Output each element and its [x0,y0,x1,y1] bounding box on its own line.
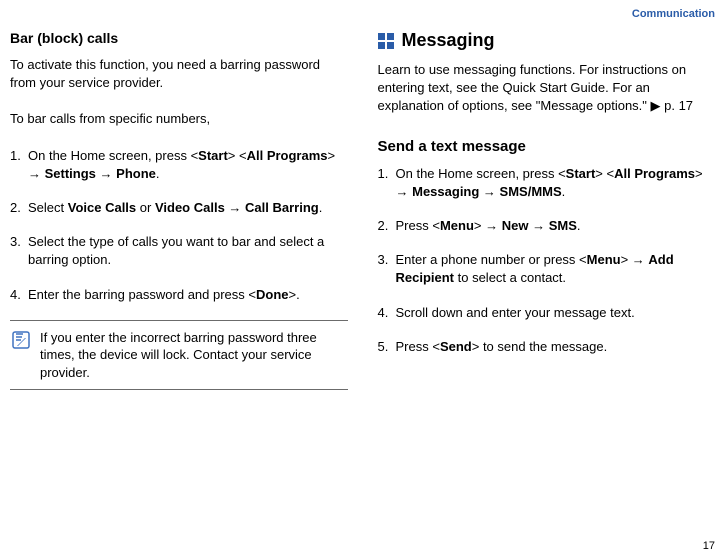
t: . [577,218,581,233]
t: Call Barring [245,200,319,215]
t: >. [289,287,300,302]
t: > < [595,166,614,181]
t: Select [28,200,68,215]
note-text: If you enter the incorrect barring passw… [40,329,340,382]
note-icon [12,331,30,354]
right-column: Messaging Learn to use messaging functio… [378,30,716,390]
t: Send [440,339,472,354]
note-box: If you enter the incorrect barring passw… [10,320,348,391]
page-content: Bar (block) calls To activate this funct… [0,0,725,390]
t: . [156,166,160,181]
left-intro: To activate this function, you need a ba… [10,56,348,92]
left-step-3: Select the type of calls you want to bar… [10,233,348,269]
t: Press < [396,339,440,354]
t: or [136,200,155,215]
t: Enter the barring password and press < [28,287,256,302]
left-heading: Bar (block) calls [10,30,348,46]
page-ref-arrow-icon: ▶ [651,97,661,115]
t: > < [228,148,247,163]
t: Menu [440,218,474,233]
t: . [319,200,323,215]
t: All Programs [614,166,695,181]
t: → [225,200,245,215]
t: Menu [587,252,621,267]
t: Learn to use messaging functions. For in… [378,62,687,113]
header-section-label: Communication [632,8,715,20]
t: . [562,184,566,199]
t: p. 17 [661,98,694,113]
t: → [96,166,116,181]
t: Settings [45,166,96,181]
t: > → [474,218,502,233]
t: On the Home screen, press < [396,166,566,181]
right-heading: Messaging [378,30,716,51]
left-step-1: On the Home screen, press <Start> <All P… [10,147,348,183]
right-step-2: Press <Menu> → New → SMS. [378,217,716,235]
t: Press < [396,218,440,233]
page-number: 17 [703,540,715,552]
t: Done [256,287,289,302]
right-step-4: Scroll down and enter your message text. [378,304,716,322]
t: to select a contact. [454,270,566,285]
t: → [528,218,548,233]
left-step-4: Enter the barring password and press <Do… [10,286,348,304]
left-steps: On the Home screen, press <Start> <All P… [10,147,348,304]
t: New [502,218,529,233]
messaging-grid-icon [378,33,394,49]
t: Start [566,166,596,181]
right-heading-text: Messaging [402,30,495,51]
right-subheading: Send a text message [378,138,716,155]
t: On the Home screen, press < [28,148,198,163]
t: Enter a phone number or press < [396,252,587,267]
t: SMS [549,218,577,233]
t: SMS/MMS [500,184,562,199]
left-step-2: Select Voice Calls or Video Calls → Call… [10,199,348,217]
t: Messaging [412,184,479,199]
left-lead: To bar calls from specific numbers, [10,110,348,128]
t: > → [621,252,649,267]
left-column: Bar (block) calls To activate this funct… [10,30,348,390]
t: > to send the message. [472,339,608,354]
t: → [479,184,499,199]
right-intro: Learn to use messaging functions. For in… [378,61,716,116]
right-steps: On the Home screen, press <Start> <All P… [378,165,716,356]
t: Start [198,148,228,163]
right-step-1: On the Home screen, press <Start> <All P… [378,165,716,201]
right-step-5: Press <Send> to send the message. [378,338,716,356]
t: Video Calls [155,200,225,215]
t: All Programs [247,148,328,163]
t: Voice Calls [68,200,136,215]
t: Phone [116,166,156,181]
right-step-3: Enter a phone number or press <Menu> → A… [378,251,716,287]
